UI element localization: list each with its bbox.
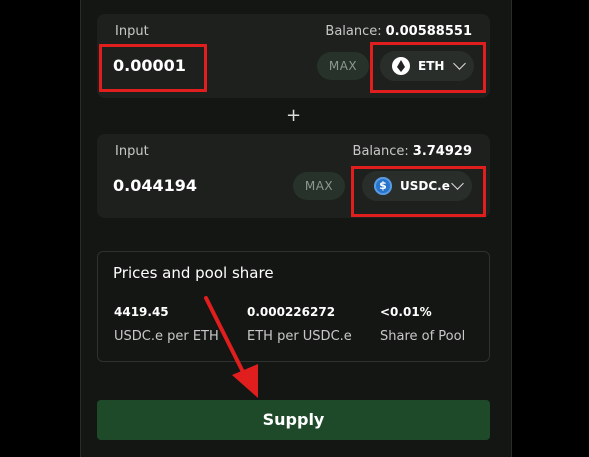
supply-button[interactable]: Supply	[97, 400, 490, 440]
arrow-annotation-icon	[204, 296, 258, 398]
